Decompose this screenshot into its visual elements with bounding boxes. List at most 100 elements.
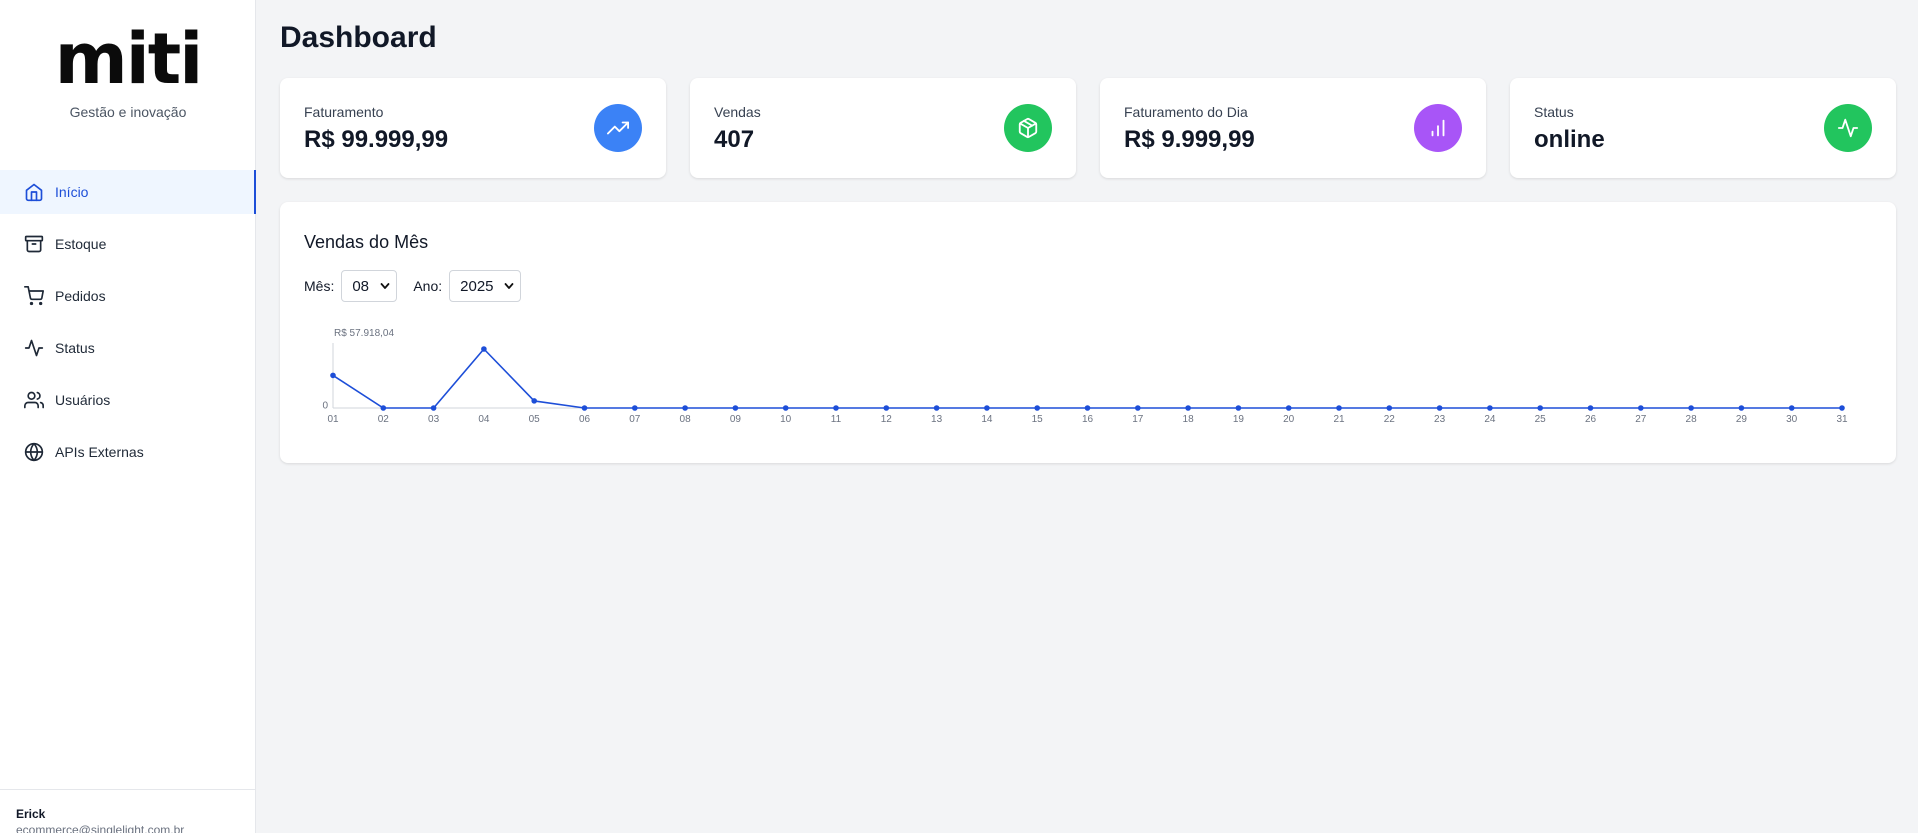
sidebar-item-label: Status xyxy=(55,340,95,356)
sidebar-item-apis-externas[interactable]: APIs Externas xyxy=(0,430,256,474)
cart-icon xyxy=(24,286,44,306)
activity-icon xyxy=(1824,104,1872,152)
x-tick-label: 02 xyxy=(378,414,390,425)
data-point xyxy=(883,405,890,411)
data-point xyxy=(1839,405,1845,411)
x-tick-label: 20 xyxy=(1283,414,1295,425)
sidebar-item-usuarios[interactable]: Usuários xyxy=(0,378,256,422)
sidebar-item-label: Usuários xyxy=(55,392,111,408)
sidebar-item-label: APIs Externas xyxy=(55,444,144,460)
activity-icon xyxy=(24,338,44,358)
x-tick-label: 19 xyxy=(1233,414,1245,425)
data-point xyxy=(984,405,990,411)
app-logo: miti xyxy=(54,18,203,100)
data-point xyxy=(732,405,739,411)
data-point xyxy=(1537,405,1543,411)
x-tick-label: 07 xyxy=(629,414,641,425)
sidebar-item-label: Pedidos xyxy=(55,288,106,304)
user-email: ecommerce@singlelight.com.br xyxy=(16,823,185,833)
x-tick-label: 16 xyxy=(1082,414,1094,425)
data-point xyxy=(531,398,537,404)
data-point xyxy=(581,405,588,411)
users-icon xyxy=(24,390,44,410)
card-label: Status xyxy=(1534,104,1574,120)
data-point xyxy=(682,405,688,411)
data-point xyxy=(1235,405,1242,411)
x-tick-label: 13 xyxy=(931,414,943,425)
card-value: online xyxy=(1534,126,1605,153)
data-point xyxy=(933,405,940,411)
x-tick-label: 23 xyxy=(1434,414,1446,425)
sidebar-item-status[interactable]: Status xyxy=(0,326,256,370)
data-point xyxy=(1336,405,1342,411)
globe-icon xyxy=(24,442,44,462)
x-tick-label: 29 xyxy=(1736,414,1748,425)
data-point xyxy=(1285,405,1292,411)
stat-card-status: Status online xyxy=(1510,78,1896,178)
x-tick-label: 04 xyxy=(478,414,490,425)
x-tick-label: 10 xyxy=(780,414,792,425)
x-tick-label: 30 xyxy=(1786,414,1798,425)
x-tick-label: 05 xyxy=(529,414,541,425)
app-tagline: Gestão e inovação xyxy=(69,104,187,120)
x-tick-label: 22 xyxy=(1384,414,1396,425)
sidebar: miti Gestão e inovação Início Estoque Pe… xyxy=(0,0,256,833)
sidebar-item-label: Início xyxy=(55,184,89,200)
sidebar-item-inicio[interactable]: Início xyxy=(0,170,256,214)
card-value: 407 xyxy=(714,126,755,153)
data-point xyxy=(1185,405,1191,411)
sidebar-item-pedidos[interactable]: Pedidos xyxy=(0,274,256,318)
x-tick-label: 12 xyxy=(881,414,893,425)
card-value: R$ 99.999,99 xyxy=(304,126,449,153)
data-point xyxy=(380,405,387,411)
series-line xyxy=(332,348,1842,409)
archive-icon xyxy=(24,234,44,254)
data-point xyxy=(1638,405,1644,411)
x-tick-label: 21 xyxy=(1333,414,1345,425)
card-value: R$ 9.999,99 xyxy=(1124,126,1255,153)
stat-card-vendas: Vendas 407 xyxy=(690,78,1076,178)
data-point xyxy=(1386,405,1393,411)
data-point xyxy=(430,405,437,411)
data-point xyxy=(1688,405,1694,411)
trending-up-icon xyxy=(594,104,642,152)
x-tick-label: 31 xyxy=(1836,414,1848,425)
x-tick-label: 09 xyxy=(730,414,742,425)
x-tick-label: 01 xyxy=(327,414,339,425)
x-tick-label: 08 xyxy=(680,414,692,425)
y-tick-label: R$ 57.918,04 xyxy=(334,328,394,339)
x-tick-label: 17 xyxy=(1132,414,1144,425)
data-point xyxy=(1487,405,1493,411)
data-point xyxy=(1436,405,1443,411)
data-point xyxy=(782,405,789,411)
card-label: Faturamento xyxy=(304,104,384,120)
data-point xyxy=(1587,405,1594,411)
package-icon xyxy=(1004,104,1052,152)
home-icon xyxy=(24,182,44,202)
bar-chart-icon xyxy=(1414,104,1462,152)
x-tick-label: 25 xyxy=(1535,414,1547,425)
x-tick-label: 06 xyxy=(579,414,591,425)
card-label: Vendas xyxy=(714,104,761,120)
user-name: Erick xyxy=(16,807,46,821)
data-point xyxy=(1084,405,1091,411)
stat-card-faturamento: Faturamento R$ 99.999,99 xyxy=(280,78,666,178)
x-tick-label: 15 xyxy=(1032,414,1044,425)
data-point xyxy=(1135,405,1141,411)
data-point xyxy=(833,405,839,411)
x-tick-label: 03 xyxy=(428,414,440,425)
data-point xyxy=(481,346,487,352)
page-title: Dashboard xyxy=(280,21,437,54)
y-tick-label: 0 xyxy=(322,401,328,412)
sidebar-item-estoque[interactable]: Estoque xyxy=(0,222,256,266)
data-point xyxy=(1738,405,1745,411)
sales-line-chart: 0 R$ 57.918,04 01 02 03 04 05 06 07 08 09 10 11 12 13 1… xyxy=(322,328,1848,425)
data-point xyxy=(632,405,638,411)
x-tick-label: 14 xyxy=(981,414,993,425)
x-tick-label: 24 xyxy=(1484,414,1496,425)
sidebar-item-label: Estoque xyxy=(55,236,107,252)
x-tick-label: 18 xyxy=(1183,414,1195,425)
data-point xyxy=(1788,405,1795,411)
x-tick-label: 27 xyxy=(1635,414,1647,425)
data-point xyxy=(330,372,336,379)
